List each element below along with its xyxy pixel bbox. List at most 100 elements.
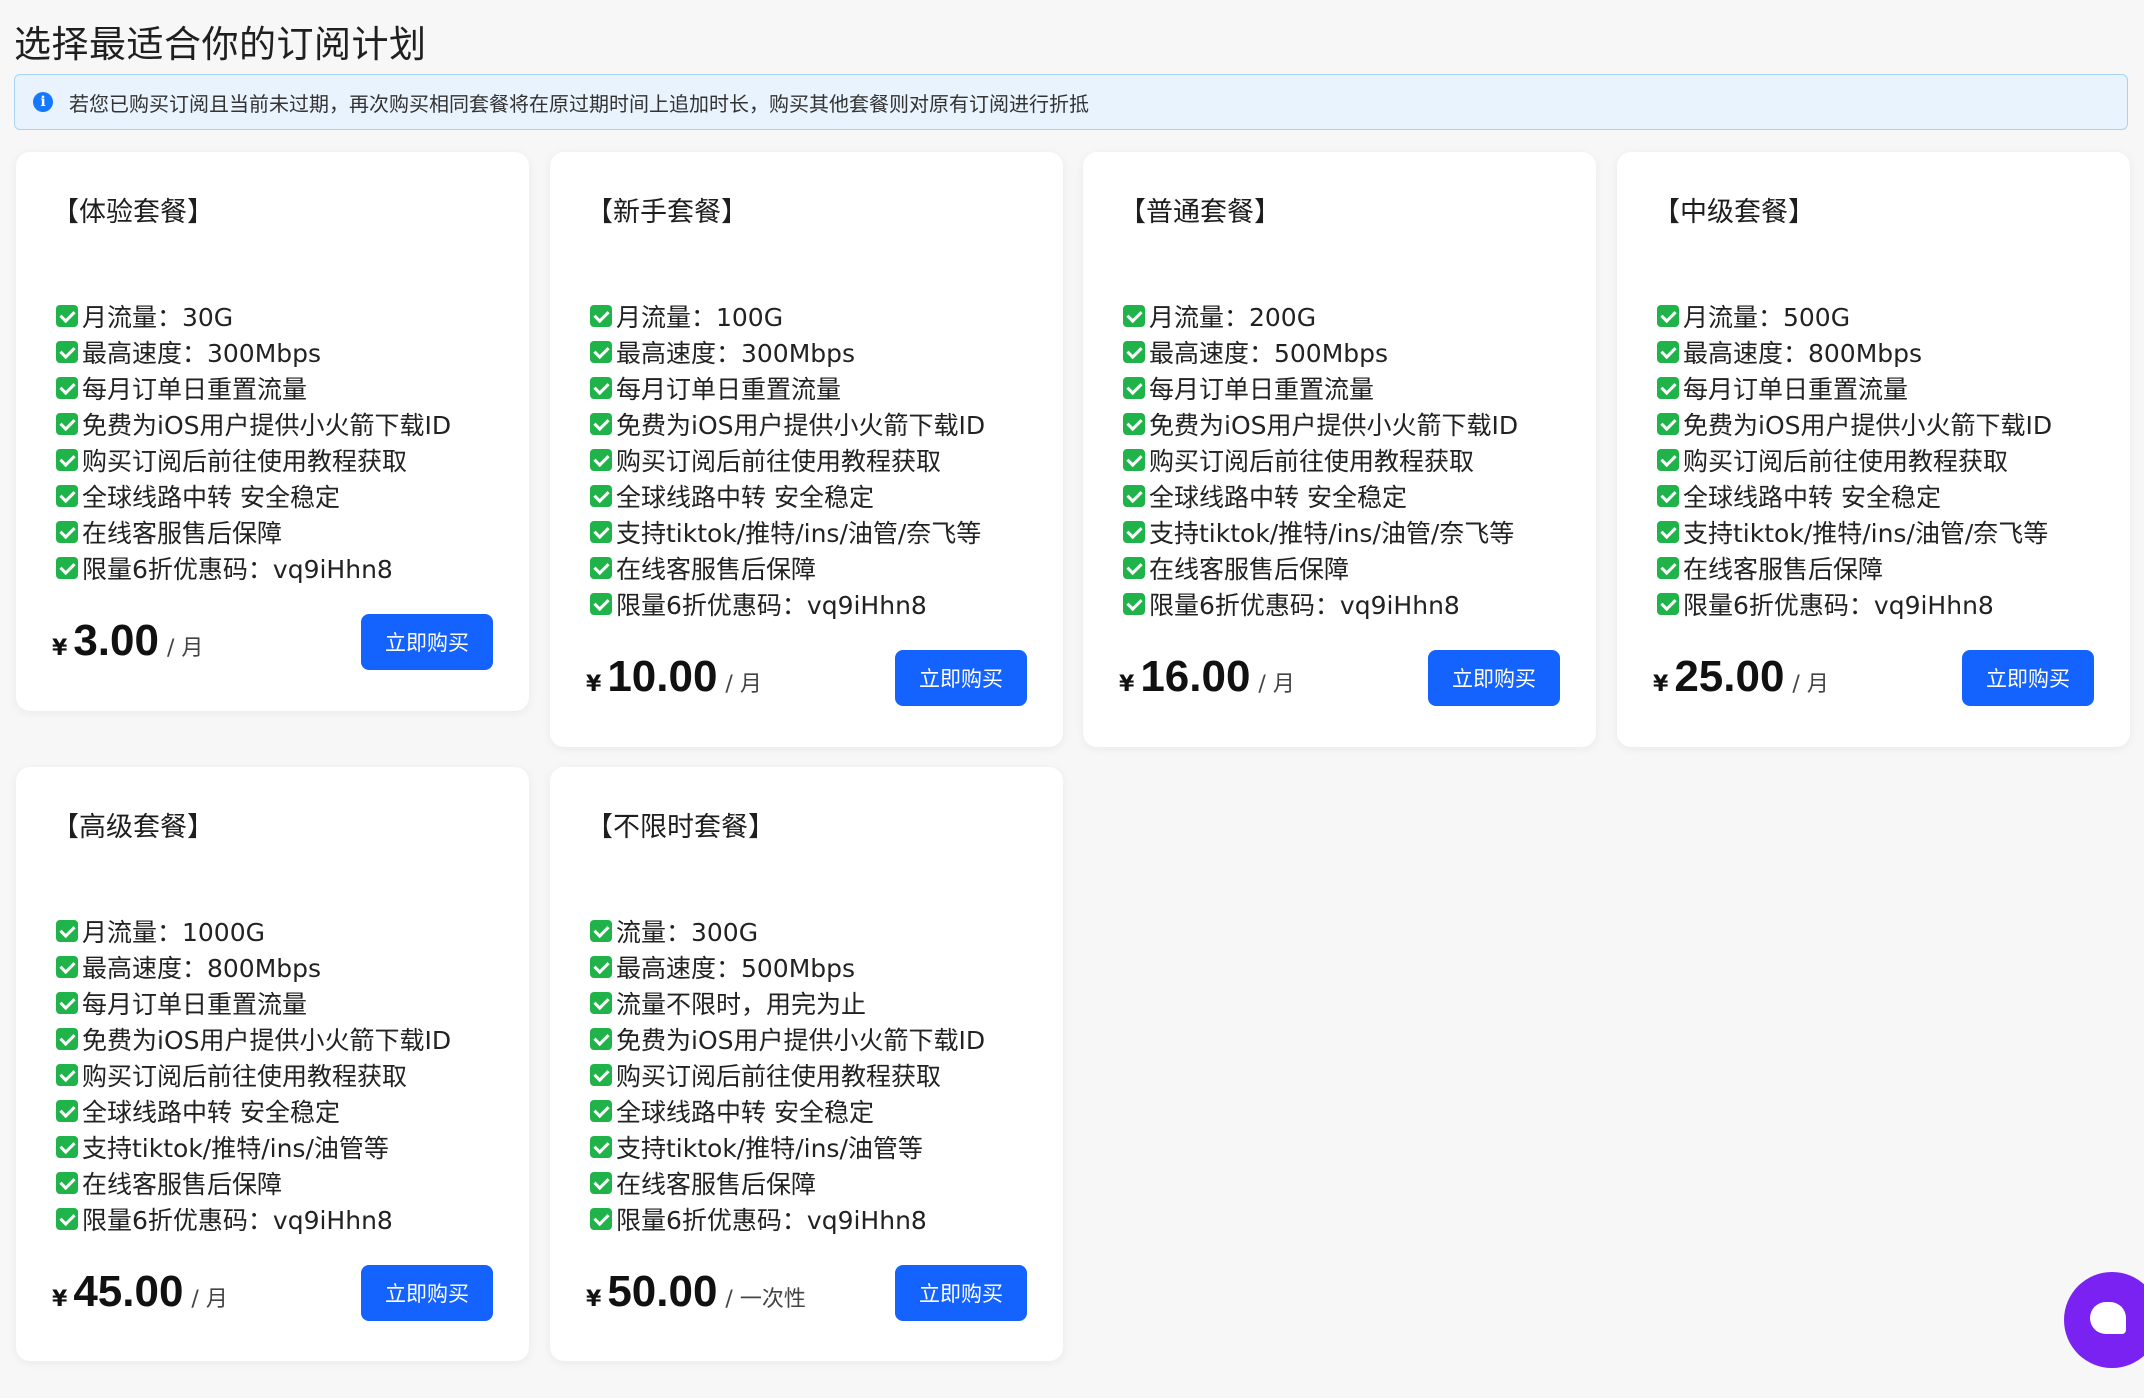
chat-icon [2090,1302,2126,1334]
currency-symbol: ¥ [586,672,602,697]
feature-item: 最高速度：300Mbps [56,334,451,370]
feature-text: 支持tiktok/推特/ins/油管/奈飞等 [1149,519,1515,548]
currency-symbol: ¥ [1653,672,1669,697]
buy-now-button[interactable]: 立即购买 [1962,650,2094,706]
check-icon [590,1172,612,1194]
currency-symbol: ¥ [52,636,68,661]
check-icon [1657,377,1679,399]
feature-text: 支持tiktok/推特/ins/油管/奈飞等 [616,519,982,548]
feature-item: 在线客服售后保障 [1657,550,2052,586]
feature-text: 每月订单日重置流量 [82,990,308,1019]
page: 选择最适合你的订阅计划 i 若您已购买订阅且当前未过期，再次购买相同套餐将在原过… [0,0,2144,1398]
feature-item: 全球线路中转 安全稳定 [590,478,985,514]
feature-text: 购买订阅后前往使用教程获取 [616,1062,942,1091]
buy-now-button[interactable]: 立即购买 [361,614,493,670]
plan-card: 【新手套餐】 月流量：100G 最高速度：300Mbps 每月订单日重置流量 免费为iO… [550,152,1063,747]
feature-text: 购买订阅后前往使用教程获取 [1683,447,2009,476]
buy-now-button[interactable]: 立即购买 [895,1265,1027,1321]
check-icon [56,1100,78,1122]
feature-text: 在线客服售后保障 [1683,555,1884,584]
price-row: ¥45.00 / 月 [52,1267,228,1317]
feature-text: 最高速度：300Mbps [616,339,856,368]
check-icon [590,1208,612,1230]
feature-text: 限量6折优惠码：vq9iHhn8 [82,1206,393,1235]
feature-list: 月流量：200G 最高速度：500Mbps 每月订单日重置流量 免费为iOS用户提供小… [1123,298,1518,622]
feature-text: 全球线路中转 安全稳定 [1149,483,1407,512]
feature-text: 每月订单日重置流量 [1683,375,1909,404]
feature-text: 在线客服售后保障 [616,555,817,584]
feature-text: 在线客服售后保障 [616,1170,817,1199]
feature-text: 最高速度：500Mbps [1149,339,1389,368]
feature-item: 每月订单日重置流量 [1657,370,2052,406]
feature-item: 购买订阅后前往使用教程获取 [56,442,451,478]
feature-text: 限量6折优惠码：vq9iHhn8 [1683,591,1994,620]
feature-item: 免费为iOS用户提供小火箭下载ID [56,406,451,442]
feature-item: 全球线路中转 安全稳定 [1123,478,1518,514]
feature-item: 购买订阅后前往使用教程获取 [1123,442,1518,478]
feature-item: 最高速度：800Mbps [56,949,451,985]
check-icon [56,956,78,978]
buy-now-button[interactable]: 立即购买 [1428,650,1560,706]
check-icon [590,956,612,978]
plan-title: 【普通套餐】 [1119,197,1281,228]
currency-symbol: ¥ [586,1287,602,1312]
feature-text: 购买订阅后前往使用教程获取 [1149,447,1475,476]
feature-item: 支持tiktok/推特/ins/油管/奈飞等 [590,514,985,550]
feature-item: 支持tiktok/推特/ins/油管/奈飞等 [1123,514,1518,550]
plan-title: 【高级套餐】 [52,812,214,843]
plan-card: 【不限时套餐】 流量：300G 最高速度：500Mbps 流量不限时，用完为止 免费为i… [550,767,1063,1361]
check-icon [1657,485,1679,507]
price-period: / 月 [1258,672,1295,697]
feature-item: 月流量：100G [590,298,985,334]
buy-now-button[interactable]: 立即购买 [895,650,1027,706]
feature-text: 支持tiktok/推特/ins/油管等 [82,1134,389,1163]
check-icon [56,1172,78,1194]
feature-item: 最高速度：300Mbps [590,334,985,370]
feature-text: 免费为iOS用户提供小火箭下载ID [616,1026,986,1055]
feature-item: 限量6折优惠码：vq9iHhn8 [1123,586,1518,622]
feature-list: 月流量：500G 最高速度：800Mbps 每月订单日重置流量 免费为iOS用户提供小… [1657,298,2052,622]
check-icon [1123,305,1145,327]
feature-text: 在线客服售后保障 [1149,555,1350,584]
check-icon [590,449,612,471]
check-icon [56,449,78,471]
check-icon [56,992,78,1014]
check-icon [56,1136,78,1158]
check-icon [590,1064,612,1086]
feature-item: 限量6折优惠码：vq9iHhn8 [56,1201,451,1237]
feature-text: 免费为iOS用户提供小火箭下载ID [82,411,452,440]
chat-button[interactable] [2064,1272,2144,1368]
feature-item: 全球线路中转 安全稳定 [56,1093,451,1129]
plan-title: 【中级套餐】 [1653,197,1815,228]
feature-text: 限量6折优惠码：vq9iHhn8 [1149,591,1460,620]
feature-item: 月流量：30G [56,298,451,334]
check-icon [1123,377,1145,399]
feature-item: 每月订单日重置流量 [56,985,451,1021]
feature-item: 流量不限时，用完为止 [590,985,985,1021]
feature-item: 全球线路中转 安全稳定 [1657,478,2052,514]
feature-text: 全球线路中转 安全稳定 [616,483,874,512]
check-icon [590,413,612,435]
feature-item: 在线客服售后保障 [56,1165,451,1201]
feature-text: 最高速度：500Mbps [616,954,856,983]
feature-item: 购买订阅后前往使用教程获取 [56,1057,451,1093]
feature-text: 最高速度：800Mbps [1683,339,1923,368]
price-row: ¥10.00 / 月 [586,652,762,702]
feature-text: 月流量：100G [616,303,784,332]
price-value: 3.00 [73,616,159,665]
check-icon [1657,593,1679,615]
check-icon [590,557,612,579]
check-icon [1123,485,1145,507]
feature-item: 全球线路中转 安全稳定 [590,1093,985,1129]
plan-card: 【体验套餐】 月流量：30G 最高速度：300Mbps 每月订单日重置流量 免费为iOS… [16,152,529,711]
check-icon [56,1064,78,1086]
check-icon [590,1028,612,1050]
check-icon [1123,593,1145,615]
check-icon [56,557,78,579]
check-icon [1123,413,1145,435]
check-icon [590,305,612,327]
check-icon [590,992,612,1014]
check-icon [1657,413,1679,435]
buy-now-button[interactable]: 立即购买 [361,1265,493,1321]
feature-text: 全球线路中转 安全稳定 [82,483,340,512]
